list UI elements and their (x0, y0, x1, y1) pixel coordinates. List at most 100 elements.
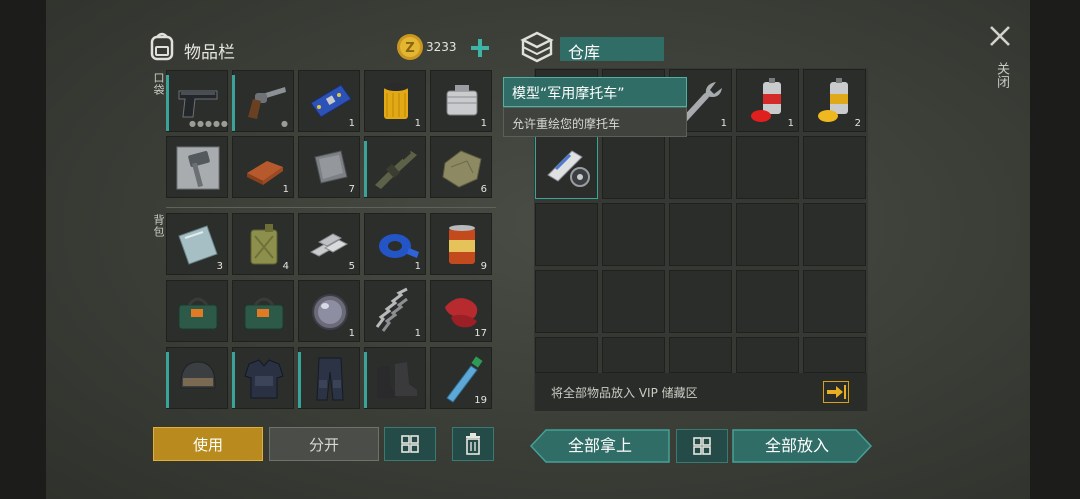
item-count: 1 (282, 184, 289, 195)
item-count: 9 (480, 261, 487, 272)
storage-slot[interactable] (602, 203, 665, 266)
put-all-button[interactable]: 全部放入 (732, 429, 872, 463)
storage-slot[interactable] (669, 136, 732, 199)
storage-slot[interactable] (736, 337, 799, 373)
inventory-slot[interactable]: 17 (430, 280, 492, 342)
inventory-slot[interactable]: 1 (364, 70, 426, 132)
storage-slot[interactable] (736, 270, 799, 333)
tooltip-title: 模型“军用摩托车” (503, 77, 687, 107)
inventory-slot[interactable] (166, 347, 228, 409)
item-tooltip: 模型“军用摩托车” 允许重绘您的摩托车 (503, 77, 687, 137)
inventory-slot[interactable]: 5 (298, 213, 360, 275)
item-count: 1 (348, 328, 355, 339)
sort-grid-button[interactable] (384, 427, 436, 461)
tooltip-description: 允许重绘您的摩托车 (503, 107, 687, 137)
lens-icon (312, 294, 348, 330)
storage-sort-grid-button[interactable] (676, 429, 728, 463)
storage-slot[interactable] (602, 337, 665, 373)
vip-transfer-button[interactable] (823, 381, 849, 403)
use-button[interactable]: 使用 (153, 427, 263, 461)
storage-slot[interactable] (669, 337, 732, 373)
grid-icon (401, 435, 419, 453)
storage-title: 仓库 (560, 37, 664, 62)
storage-slot[interactable]: 2 (803, 69, 866, 132)
storage-slot[interactable] (803, 337, 866, 373)
helmet-icon (180, 361, 216, 389)
coin-icon: Z (396, 33, 424, 61)
inventory-slot[interactable]: 4 (232, 213, 294, 275)
inventory-slot[interactable]: ● (232, 70, 294, 132)
item-count: 2 (854, 118, 861, 129)
arrow-into-box-icon (827, 385, 846, 399)
explosive-box-icon (178, 297, 218, 330)
inventory-slot[interactable]: 1 (298, 280, 360, 342)
storage-slot[interactable] (535, 337, 598, 373)
close-button[interactable]: 关闭 (984, 22, 1016, 100)
storage-slot[interactable] (535, 270, 598, 333)
vip-storage-bar[interactable]: 将全部物品放入 VIP 储藏区 (535, 373, 867, 411)
section-divider (166, 207, 496, 208)
glass-sheet-icon (178, 225, 218, 265)
storage-slot[interactable] (803, 270, 866, 333)
inventory-slot[interactable]: 7 (298, 136, 360, 198)
storage-slot[interactable] (535, 136, 598, 199)
inventory-slot[interactable] (166, 136, 228, 198)
inventory-slot[interactable]: 19 (430, 347, 492, 409)
inventory-slot[interactable] (166, 280, 228, 342)
inventory-slot[interactable]: 1 (364, 280, 426, 342)
inventory-slot[interactable] (364, 136, 426, 198)
item-count: 1 (480, 118, 487, 129)
storage-slot[interactable] (602, 136, 665, 199)
vip-storage-text: 将全部物品放入 VIP 储藏区 (551, 386, 698, 400)
sledgehammer-icon (176, 146, 220, 190)
item-count: 1 (720, 118, 727, 129)
storage-slot[interactable] (602, 270, 665, 333)
storage-slot[interactable] (736, 136, 799, 199)
armored-pants-icon (316, 357, 344, 401)
storage-slot[interactable] (669, 270, 732, 333)
inventory-slot[interactable] (232, 280, 294, 342)
storage-slot[interactable] (535, 203, 598, 266)
oil-filter-icon (384, 83, 408, 119)
storage-slot[interactable] (803, 203, 866, 266)
inventory-slot[interactable]: 1 (364, 213, 426, 275)
close-icon (990, 26, 1010, 46)
inventory-slot[interactable]: 6 (430, 136, 492, 198)
take-all-button[interactable]: 全部拿上 (530, 429, 670, 463)
coin-balance: 3233 (426, 40, 457, 54)
storage-slot[interactable] (669, 203, 732, 266)
assault-rifle-icon (375, 150, 417, 189)
close-label: 关闭 (994, 62, 1009, 88)
add-coins-button[interactable] (467, 36, 493, 60)
durability-dots: ●●●●● (189, 119, 229, 128)
backpack-section-label: 背包 (152, 214, 165, 238)
inventory-slot[interactable]: 3 (166, 213, 228, 275)
split-button[interactable]: 分开 (269, 427, 379, 461)
metal-plate-icon (314, 150, 348, 184)
boots-icon (377, 362, 417, 398)
red-spray-paint-icon (751, 78, 781, 122)
pocket-section-label: 口袋 (152, 72, 165, 96)
jerrycan-icon (250, 224, 278, 265)
trash-button[interactable] (452, 427, 494, 461)
metal-bars-icon (309, 233, 349, 257)
trash-icon (466, 433, 480, 455)
inventory-slot[interactable] (298, 347, 360, 409)
inventory-slot[interactable] (232, 347, 294, 409)
inventory-slot[interactable]: ●●●●● (166, 70, 228, 132)
item-count: 1 (414, 261, 421, 272)
inventory-slot[interactable] (364, 347, 426, 409)
inventory-slot[interactable]: 1 (298, 70, 360, 132)
item-count: 1 (348, 118, 355, 129)
storage-slot[interactable] (803, 136, 866, 199)
cloth-rag-icon (442, 150, 482, 188)
item-count: 7 (348, 184, 355, 195)
inventory-slot[interactable]: 1 (430, 70, 492, 132)
storage-slot[interactable]: 1 (736, 69, 799, 132)
inventory-slot[interactable]: 9 (430, 213, 492, 275)
armor-vest-icon (244, 359, 284, 399)
storage-slot[interactable] (736, 203, 799, 266)
inventory-title: 物品栏 (184, 43, 235, 63)
inventory-slot[interactable]: 1 (232, 136, 294, 198)
explosive-box-icon (244, 297, 284, 330)
